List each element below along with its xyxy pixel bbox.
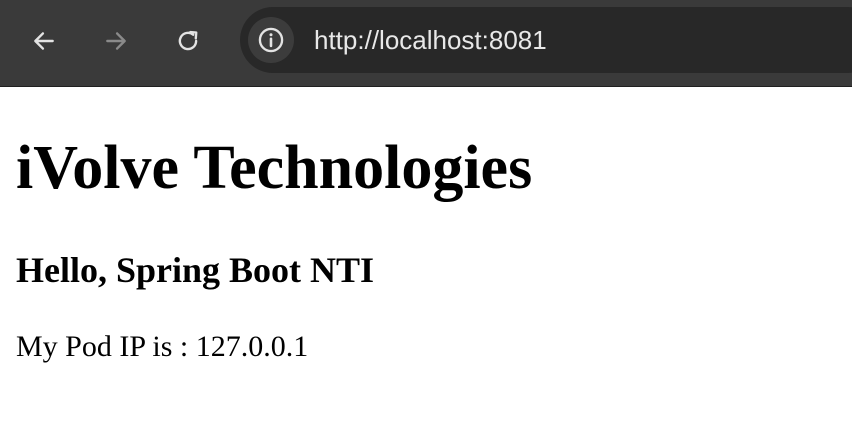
browser-toolbar: http://localhost:8081: [0, 0, 852, 87]
forward-button[interactable]: [97, 22, 135, 60]
pod-ip-text: My Pod IP is : 127.0.0.1: [16, 330, 309, 363]
page-subtitle: Hello, Spring Boot NTI: [16, 250, 375, 290]
page-content: iVolve Technologies Hello, Spring Boot N…: [0, 87, 852, 438]
reload-button[interactable]: [169, 22, 207, 60]
url-text[interactable]: http://localhost:8081: [314, 24, 547, 56]
back-button[interactable]: [25, 22, 63, 60]
reload-icon: [178, 30, 198, 51]
arrow-left-icon: [34, 32, 54, 50]
site-info-button[interactable]: [248, 17, 294, 63]
address-bar[interactable]: http://localhost:8081: [240, 7, 852, 73]
info-icon: [258, 27, 284, 53]
page-title: iVolve Technologies: [16, 134, 533, 202]
arrow-right-icon: [106, 32, 126, 50]
